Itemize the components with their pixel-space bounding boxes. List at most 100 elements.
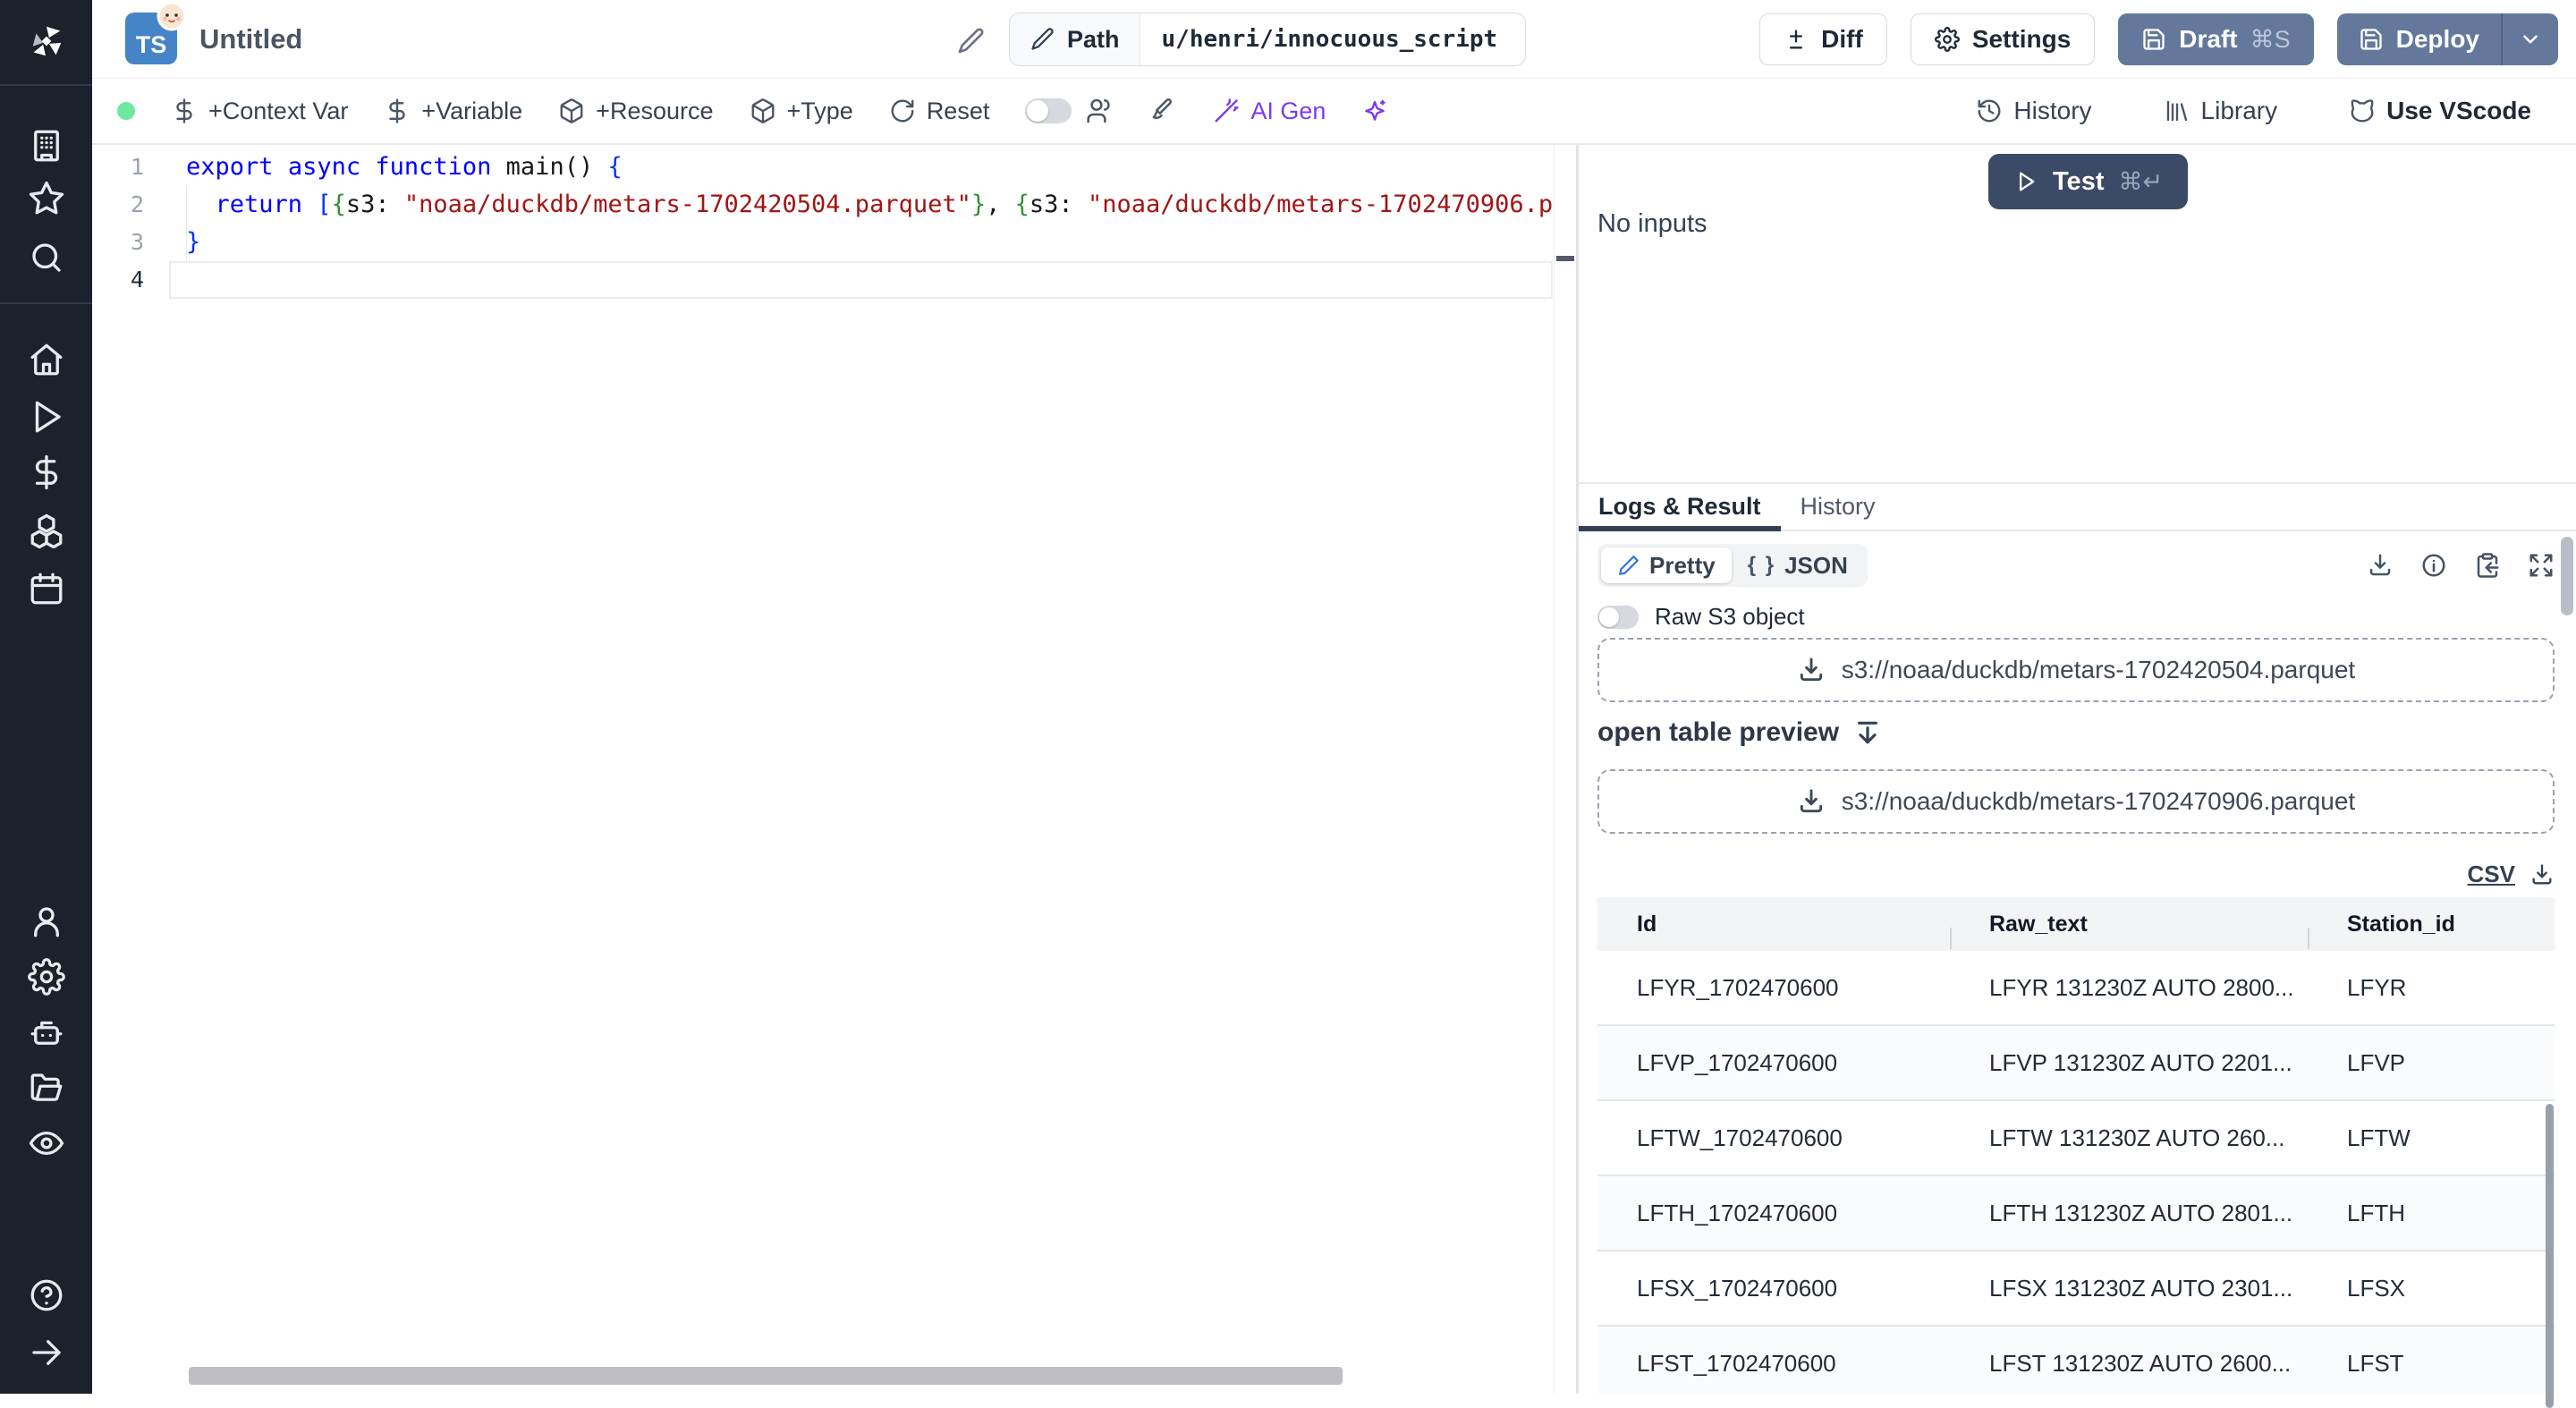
table-scrollbar[interactable] <box>2546 1104 2554 1408</box>
deploy-button-group: Deploy <box>2336 13 2558 65</box>
toolbar-left: +Context Var +Variable +Resource +Type R… <box>92 97 1388 125</box>
windmill-logo[interactable] <box>0 13 92 70</box>
code-editor[interactable]: 1 2 3 4 export async function main() { retu… <box>92 145 1576 1394</box>
s3-file-path: s3://noaa/duckdb/metars-1702470906.parqu… <box>1841 787 2356 815</box>
package-icon <box>751 98 774 123</box>
draft-button[interactable]: Draft ⌘S <box>2118 13 2314 65</box>
line-number: 2 <box>130 191 144 217</box>
table-row[interactable]: LFTW_1702470600 LFTW 131230Z AUTO 260... L… <box>1597 1101 2555 1176</box>
edit-title-button[interactable] <box>951 21 990 61</box>
raw-s3-label: Raw S3 object <box>1655 603 1805 630</box>
json-option[interactable]: { } JSON <box>1732 547 1864 583</box>
table-row[interactable]: LFYR_1702470600 LFYR 131230Z AUTO 2800...… <box>1597 951 2555 1026</box>
code-area: export async function main() { return [{… <box>186 148 1553 299</box>
history-icon <box>1978 99 2001 123</box>
sidebar-expand[interactable] <box>0 1329 92 1376</box>
table-row[interactable]: LFVP_1702470600 LFVP 131230Z AUTO 2201...… <box>1597 1026 2555 1101</box>
table-row[interactable]: LFSX_1702470600 LFSX 131230Z AUTO 2301...… <box>1597 1251 2555 1327</box>
eye-icon <box>29 1131 64 1156</box>
sidebar-item-search[interactable] <box>0 234 92 281</box>
history-button[interactable]: History <box>1976 97 2092 125</box>
add-resource-button[interactable]: +Resource <box>558 98 714 125</box>
ai-gen-button[interactable]: AI Gen <box>1213 98 1326 125</box>
download-icon[interactable] <box>2529 862 2555 887</box>
path-field[interactable]: Path u/henri/innocuous_script <box>1009 13 1526 66</box>
table-row[interactable]: LFTH_1702470600 LFTH 131230Z AUTO 2801...… <box>1597 1176 2555 1251</box>
test-button[interactable]: Test ⌘↵ <box>1988 154 2189 209</box>
sidebar-item-users[interactable] <box>0 898 92 945</box>
collab-toggle[interactable] <box>1025 98 1072 123</box>
editor-horizontal-scrollbar[interactable] <box>189 1367 1343 1385</box>
tab-history[interactable]: History <box>1781 484 1895 530</box>
expand-icon[interactable] <box>2528 552 2555 579</box>
deploy-more-button[interactable] <box>2501 13 2558 65</box>
home-icon <box>30 344 62 376</box>
table-cell: LFVP_1702470600 <box>1637 1048 1838 1076</box>
info-icon[interactable] <box>2420 552 2447 579</box>
reset-button[interactable]: Reset <box>889 97 990 125</box>
panel-scrollbar[interactable] <box>2561 537 2573 615</box>
sidebar-item-runs[interactable] <box>0 394 92 440</box>
save-icon <box>2360 29 2382 50</box>
arrow-down-from-line-icon <box>1858 721 1878 744</box>
sidebar-item-settings[interactable] <box>0 954 92 1000</box>
tab-logs-result[interactable]: Logs & Result <box>1579 484 1781 531</box>
add-type-button[interactable]: +Type <box>750 98 853 125</box>
table-body: LFYR_1702470600 LFYR 131230Z AUTO 2800...… <box>1597 951 2555 1394</box>
sidebar-item-variables[interactable] <box>0 449 92 496</box>
library-label: Library <box>2200 97 2278 124</box>
s3-file-download-1[interactable]: s3://noaa/duckdb/metars-1702420504.parqu… <box>1597 638 2555 702</box>
path-label: Path <box>1067 25 1120 53</box>
path-input[interactable]: u/henri/innocuous_script <box>1140 13 1525 65</box>
settings-button[interactable]: Settings <box>1910 13 2096 65</box>
sidebar-item-workspace[interactable] <box>0 123 92 169</box>
topbar-actions: Diff Settings Draft ⌘S Deploy <box>1759 13 2558 65</box>
code-line: return [{s3: "noaa/duckdb/metars-1702420… <box>215 191 1553 218</box>
baby-face-icon <box>157 1 187 31</box>
table-cell: LFST <box>2347 1349 2404 1377</box>
download-icon[interactable] <box>2367 552 2394 579</box>
add-variable-button[interactable]: +Variable <box>384 98 522 125</box>
star-icon <box>29 181 64 215</box>
sparkles-icon <box>1365 99 1386 121</box>
library-button[interactable]: Library <box>2164 97 2278 125</box>
save-icon <box>2143 29 2165 50</box>
sidebar-item-workers[interactable] <box>0 1009 92 1056</box>
pencil-icon <box>1031 28 1054 50</box>
table-row[interactable]: LFST_1702470600 LFST 131230Z AUTO 2600...… <box>1597 1327 2555 1394</box>
csv-link[interactable]: CSV <box>2468 861 2515 888</box>
windmill-logo-icon <box>32 26 61 56</box>
add-context-var-button[interactable]: +Context Var <box>171 98 348 125</box>
ai-assistant-button[interactable] <box>1361 98 1388 124</box>
sidebar-item-favorites[interactable] <box>0 175 92 222</box>
add-variable-label: +Variable <box>421 97 523 124</box>
help-icon <box>30 1279 62 1311</box>
typescript-badge-label: TS <box>135 31 167 58</box>
s3-file-download-2[interactable]: s3://noaa/duckdb/metars-1702470906.parqu… <box>1597 769 2555 834</box>
table-cell: LFTW <box>2347 1124 2411 1151</box>
deploy-button[interactable]: Deploy <box>2336 13 2501 65</box>
reset-label: Reset <box>926 97 990 124</box>
sidebar-item-audit[interactable] <box>0 1120 92 1166</box>
raw-s3-toggle[interactable] <box>1597 605 1639 629</box>
clipboard-copy-icon[interactable] <box>2474 552 2501 579</box>
line-number: 1 <box>130 154 144 180</box>
sidebar-item-schedules[interactable] <box>0 565 92 612</box>
sidebar-item-home[interactable] <box>0 336 92 383</box>
use-vscode-button[interactable]: Use VScode <box>2349 97 2531 125</box>
download-icon <box>1800 789 1822 813</box>
diff-button[interactable]: Diff <box>1759 13 1887 65</box>
table-header: Id Raw_text Station_id <box>1597 897 2555 951</box>
table-cell: LFYR_1702470600 <box>1637 973 1839 1001</box>
sidebar-item-help[interactable] <box>0 1272 92 1319</box>
view-mode-switch: Pretty { } JSON <box>1597 544 1868 587</box>
sidebar-item-resources[interactable] <box>0 508 92 555</box>
sidebar-item-folders[interactable] <box>0 1064 92 1111</box>
open-table-preview-link[interactable]: open table preview <box>1597 717 1882 748</box>
pretty-option[interactable]: Pretty <box>1601 547 1732 583</box>
result-panel-body: Pretty { } JSON Raw S3 object s3://noaa/… <box>1597 533 2555 1394</box>
format-button[interactable] <box>1150 98 1177 124</box>
raw-s3-row: Raw S3 object <box>1597 603 1805 631</box>
boxes-icon <box>30 513 62 549</box>
s3-file-path: s3://noaa/duckdb/metars-1702420504.parqu… <box>1841 656 2356 683</box>
